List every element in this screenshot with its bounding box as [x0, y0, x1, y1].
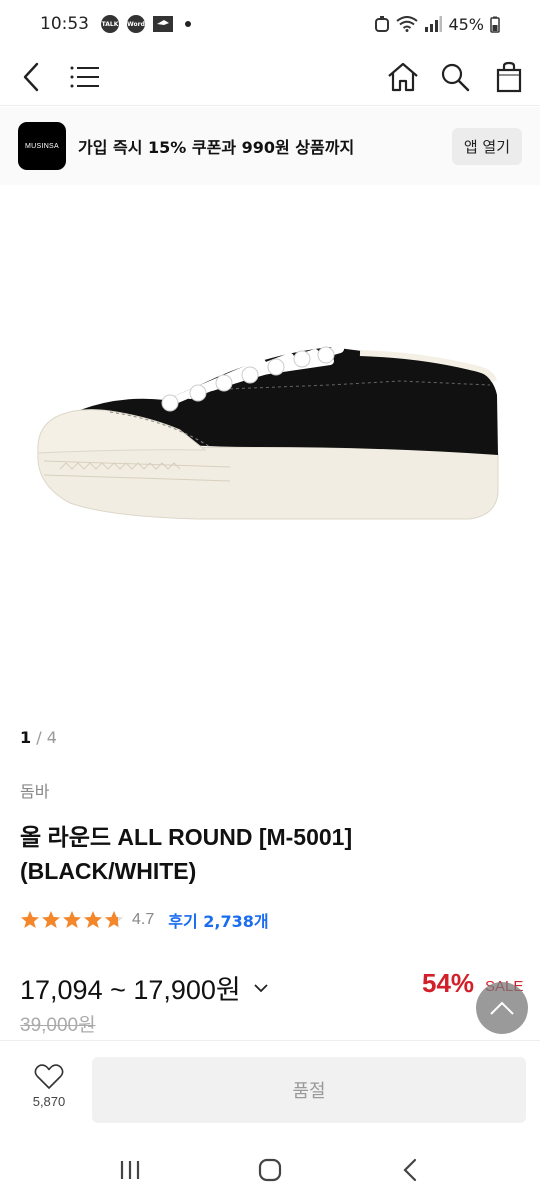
signal-icon	[425, 16, 443, 32]
banner-promo-text: 가입 즉시 15% 쿠폰과 990원 상품까지	[78, 138, 355, 157]
word-notification-icon: Word	[127, 15, 145, 33]
back-nav-button[interactable]	[390, 1150, 430, 1190]
recent-apps-icon	[120, 1161, 140, 1179]
product-title-line2: (BLACK/WHITE)	[20, 858, 197, 884]
discount-rate: 54%	[422, 968, 475, 998]
bottom-action-bar: 5,870 품절	[0, 1040, 540, 1140]
status-left: 10:53 TALK Word	[40, 14, 191, 34]
star-icon	[42, 911, 60, 928]
sneaker-illustration	[37, 345, 499, 520]
reviews-link[interactable]: 후기 2,738개	[168, 908, 268, 932]
home-nav-icon	[258, 1158, 282, 1182]
home-icon[interactable]	[384, 58, 422, 96]
brand-name[interactable]: 돔바	[20, 778, 49, 802]
open-app-button[interactable]: 앱 열기	[451, 127, 522, 165]
flag-notification-icon	[153, 16, 173, 32]
back-nav-icon	[403, 1158, 417, 1182]
half-star-icon	[105, 911, 123, 928]
musinsa-logo: MUSINSA	[18, 122, 66, 170]
image-counter-separator: /	[31, 728, 47, 747]
status-bar: 10:53 TALK Word 45%	[0, 0, 540, 48]
back-chevron-icon[interactable]	[12, 58, 50, 96]
price-value: 17,094 ~ 17,900원	[20, 975, 241, 1005]
home-nav-button[interactable]	[250, 1150, 290, 1190]
price-row: 17,094 ~ 17,900원 54% SALE	[20, 968, 525, 1008]
chevron-down-icon	[254, 983, 268, 992]
like-count: 5,870	[32, 1094, 66, 1109]
rating-value: 4.7	[132, 911, 155, 928]
star-icon	[84, 911, 102, 928]
image-counter-current: 1	[20, 728, 32, 747]
product-title-line1: 올 라운드 ALL ROUND [M-5001]	[20, 824, 353, 850]
app-header	[0, 48, 540, 106]
search-icon[interactable]	[436, 58, 474, 96]
scroll-to-top-button[interactable]	[476, 982, 528, 1034]
status-right: 45%	[374, 15, 500, 34]
shopping-bag-icon[interactable]	[490, 58, 528, 96]
rating-stars	[20, 910, 124, 930]
product-image[interactable]	[0, 185, 540, 715]
star-icon	[63, 911, 81, 928]
rating-row: 4.7 후기 2,738개	[20, 908, 269, 932]
star-icon	[21, 911, 39, 928]
image-counter: 1 / 4	[20, 728, 57, 747]
price-range[interactable]: 17,094 ~ 17,900원	[20, 968, 269, 1007]
like-button[interactable]: 5,870	[20, 1063, 78, 1109]
product-title: 올 라운드 ALL ROUND [M-5001] (BLACK/WHITE)	[20, 820, 520, 888]
heart-icon	[34, 1064, 64, 1089]
alarm-icon	[375, 16, 390, 32]
app-install-banner: MUSINSA 가입 즉시 15% 쿠폰과 990원 상품까지 앱 열기	[0, 107, 540, 185]
more-notifications-icon	[185, 21, 191, 27]
talk-notification-icon: TALK	[101, 15, 119, 33]
recent-apps-button[interactable]	[110, 1150, 150, 1190]
soldout-button[interactable]: 품절	[92, 1057, 526, 1123]
status-time: 10:53	[40, 14, 89, 34]
chevron-up-icon	[490, 1001, 514, 1015]
battery-icon	[490, 16, 500, 33]
wifi-icon	[396, 16, 419, 32]
system-nav-bar	[0, 1140, 540, 1200]
image-counter-total: 4	[46, 728, 57, 747]
menu-icon[interactable]	[66, 58, 104, 96]
original-price: 39,000원	[20, 1015, 96, 1036]
battery-percent: 45%	[448, 14, 484, 34]
